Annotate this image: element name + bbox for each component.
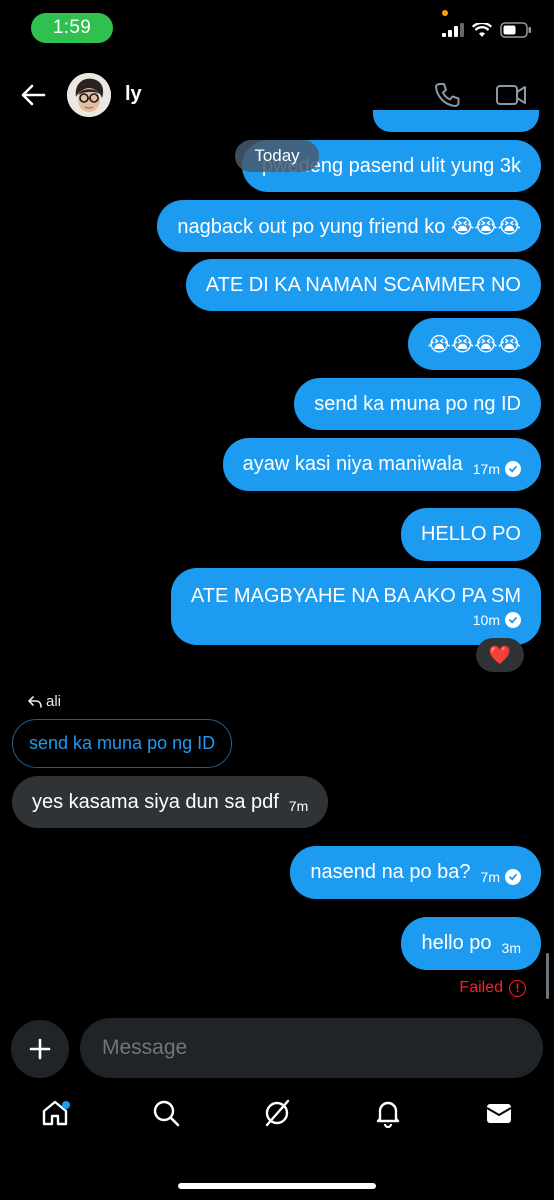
reply-indicator: ali [28, 693, 61, 710]
incoming-message-bubble[interactable]: yes kasama siya dun sa pdf 7m [12, 776, 329, 828]
heart-reaction: ❤️ [488, 644, 512, 665]
message-text: ayaw kasi niya maniwala [242, 453, 463, 475]
message-bubble-partial [373, 110, 539, 132]
message-meta: 10m [473, 612, 521, 628]
message-bubble[interactable]: send ka muna po ng ID [294, 378, 541, 430]
message-text: hello po [421, 932, 492, 954]
message-text: nagback out po yung friend ko 😭😭😭 [177, 215, 521, 238]
grok-icon [265, 1099, 290, 1127]
message-time: 10m [472, 612, 500, 628]
search-icon [153, 1100, 180, 1127]
avatar-icon [67, 73, 111, 117]
tab-notifications[interactable] [373, 1098, 403, 1128]
add-attachment-button[interactable] [11, 1020, 69, 1078]
check-icon [505, 460, 521, 477]
status-icons [442, 22, 532, 38]
check-icon [505, 612, 521, 628]
privacy-indicator [442, 10, 448, 16]
message-time: 7m [480, 868, 500, 885]
message-bubble[interactable]: ayaw kasi niya maniwala 17m [222, 438, 541, 491]
message-text: HELLO PO [420, 523, 521, 545]
message-bubble[interactable]: hello po 3m [401, 917, 541, 970]
signal-icon [442, 23, 464, 37]
check-icon [505, 868, 521, 885]
bell-icon [376, 1101, 400, 1128]
message-text: yes kasama siya dun sa pdf [32, 790, 279, 813]
error-icon: ! [509, 979, 526, 997]
date-separator: Today [235, 140, 319, 172]
phone-icon[interactable] [432, 80, 462, 110]
bottom-nav [0, 1098, 554, 1148]
message-text: nasend na po ba? [310, 861, 471, 883]
message-meta: 7m [480, 868, 521, 885]
avatar[interactable] [67, 73, 111, 117]
notification-dot [62, 1101, 70, 1109]
message-bubble[interactable]: 😭😭😭😭 [407, 318, 541, 370]
message-time: 3m [501, 939, 521, 956]
reaction-badge[interactable]: ❤️ [476, 638, 524, 672]
message-text: 😭😭😭😭 [427, 333, 521, 356]
message-meta: 17m [472, 460, 521, 477]
message-input[interactable] [80, 1018, 543, 1078]
plus-icon [29, 1038, 51, 1060]
message-bubble[interactable]: ATE DI KA NAMAN SCAMMER NO [185, 259, 541, 311]
home-indicator[interactable] [178, 1183, 376, 1189]
message-time: 7m [288, 798, 309, 814]
back-arrow-icon[interactable] [20, 82, 46, 108]
failed-label: Failed [459, 979, 503, 996]
message-bubble[interactable]: nasend na po ba? 7m [290, 846, 541, 899]
scrollbar[interactable] [546, 953, 549, 999]
wifi-icon [472, 22, 492, 37]
failed-status[interactable]: Failed ! [459, 979, 526, 997]
quoted-text: send ka muna po ng ID [29, 733, 216, 753]
reply-author: ali [46, 693, 62, 710]
reply-icon [28, 695, 42, 708]
message-bubble[interactable]: nagback out po yung friend ko 😭😭😭 [157, 200, 541, 252]
video-call-icon[interactable] [495, 81, 527, 109]
tab-grok[interactable] [262, 1098, 292, 1128]
message-text: send ka muna po ng ID [314, 392, 521, 415]
contact-name[interactable]: ly [125, 83, 142, 106]
tab-search[interactable] [151, 1098, 181, 1128]
message-meta: 3m [502, 940, 521, 956]
tab-messages[interactable] [484, 1098, 514, 1128]
mail-icon [486, 1104, 512, 1123]
status-time: 1:59 [31, 13, 113, 43]
message-time: 17m [472, 460, 500, 477]
message-bubble[interactable]: ATE MAGBYAHE NA BA AKO PA SM 10m [170, 568, 541, 645]
battery-icon [500, 22, 531, 38]
message-text: ATE MAGBYAHE NA BA AKO PA SM [190, 585, 521, 607]
quoted-message[interactable]: send ka muna po ng ID [12, 719, 233, 768]
message-bubble[interactable]: HELLO PO [400, 508, 541, 561]
message-text: ATE DI KA NAMAN SCAMMER NO [205, 273, 521, 296]
